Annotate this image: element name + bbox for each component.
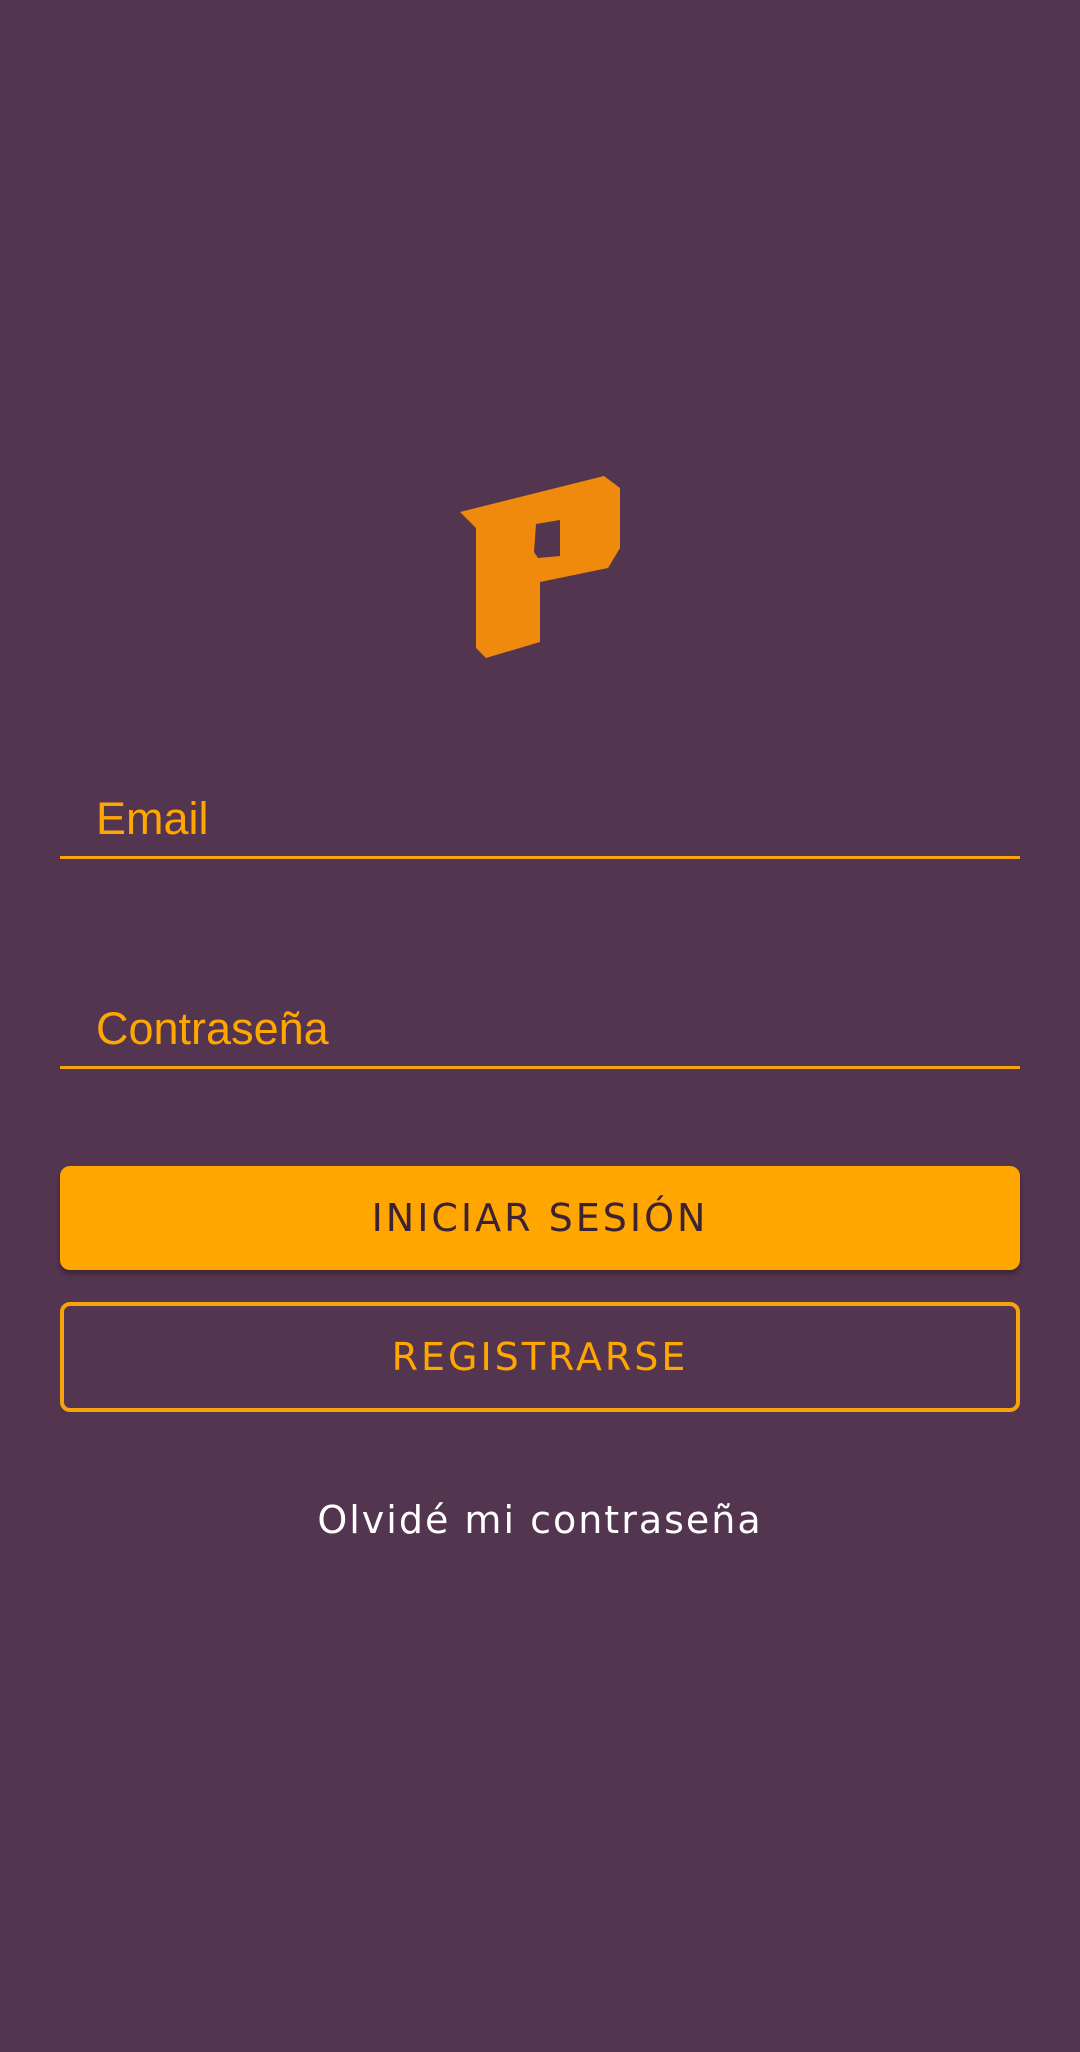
forgot-password-link[interactable]: Olvidé mi contraseña	[0, 1498, 1080, 1542]
p-logo-icon	[460, 476, 620, 658]
login-button[interactable]: INICIAR SESIÓN	[60, 1166, 1020, 1270]
password-input[interactable]	[60, 992, 1020, 1066]
email-input[interactable]	[60, 782, 1020, 856]
app-logo	[460, 476, 622, 658]
register-button[interactable]: REGISTRARSE	[60, 1302, 1020, 1412]
email-field[interactable]	[60, 782, 1020, 859]
password-field[interactable]	[60, 992, 1020, 1069]
